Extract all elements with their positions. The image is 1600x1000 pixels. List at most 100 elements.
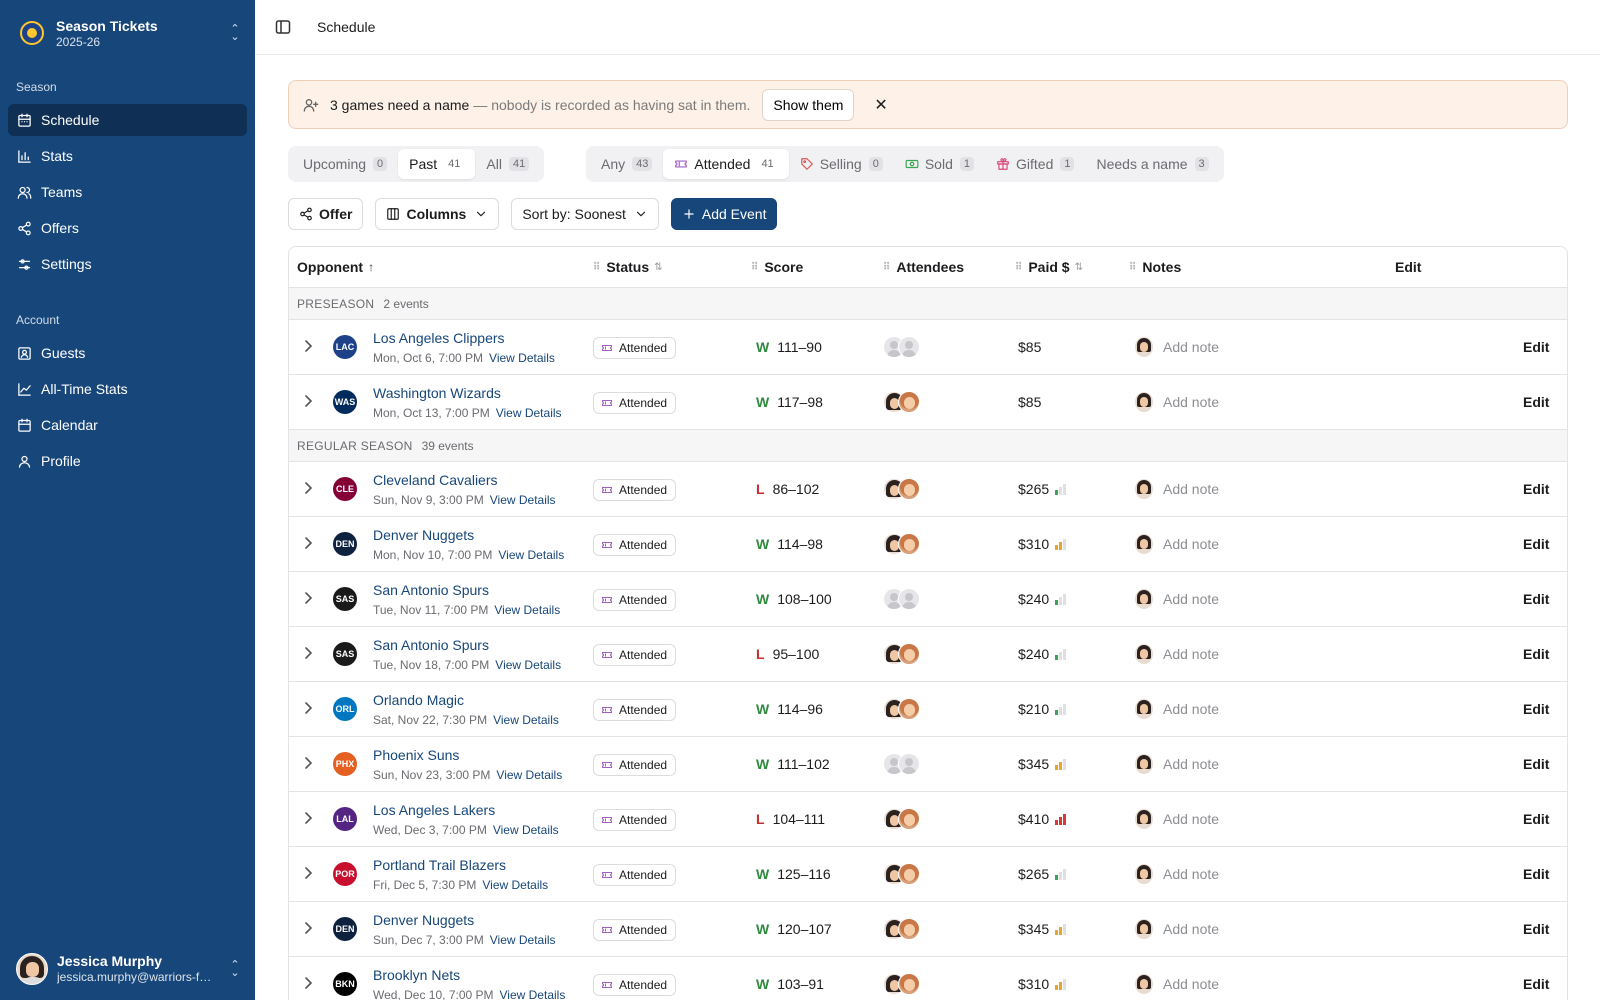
opponent-link[interactable]: Brooklyn Nets (373, 966, 565, 984)
drag-handle-icon[interactable]: ⠿ (1015, 262, 1022, 273)
sort-button[interactable]: Sort by: Soonest (511, 198, 659, 230)
attendees-avatars[interactable] (883, 973, 925, 997)
filter-gifted[interactable]: Gifted 1 (985, 149, 1085, 179)
add-note-button[interactable]: Add note (1135, 589, 1219, 609)
attendees-placeholder[interactable] (883, 588, 925, 612)
user-menu[interactable]: Jessica Murphy jessica.murphy@warriors-f… (16, 952, 242, 986)
view-details-link[interactable]: View Details (493, 713, 559, 727)
opponent-link[interactable]: Denver Nuggets (373, 526, 564, 544)
attendees-avatars[interactable] (883, 533, 925, 557)
edit-button[interactable]: Edit (1523, 811, 1549, 827)
add-note-button[interactable]: Add note (1135, 392, 1219, 412)
attendees-placeholder[interactable] (883, 336, 925, 360)
add-note-button[interactable]: Add note (1135, 754, 1219, 774)
filter-upcoming[interactable]: Upcoming 0 (292, 149, 398, 179)
close-icon[interactable]: ✕ (874, 95, 887, 115)
attendees-avatars[interactable] (883, 808, 925, 832)
column-header-notes[interactable]: ⠿ Notes (1129, 259, 1181, 275)
drag-handle-icon[interactable]: ⠿ (1129, 262, 1136, 273)
view-details-link[interactable]: View Details (500, 988, 566, 1000)
column-header-attendees[interactable]: ⠿ Attendees (883, 259, 964, 275)
attendees-avatars[interactable] (883, 918, 925, 942)
column-header-score[interactable]: ⠿ Score (751, 259, 803, 275)
column-header-paid[interactable]: ⠿ Paid $ ⇅ (1015, 259, 1083, 275)
sidebar-item-guests[interactable]: Guests (8, 337, 247, 369)
edit-button[interactable]: Edit (1523, 646, 1549, 662)
status-badge[interactable]: Attended (593, 392, 677, 414)
filter-selling[interactable]: Selling 0 (789, 149, 894, 179)
opponent-link[interactable]: San Antonio Spurs (373, 581, 560, 599)
status-badge[interactable]: Attended (593, 974, 677, 996)
attendees-placeholder[interactable] (883, 753, 925, 777)
sidebar-item-profile[interactable]: Profile (8, 445, 247, 477)
view-details-link[interactable]: View Details (482, 878, 548, 892)
drag-handle-icon[interactable]: ⠿ (593, 262, 600, 273)
edit-button[interactable]: Edit (1523, 591, 1549, 607)
show-them-button[interactable]: Show them (762, 88, 855, 121)
offer-button[interactable]: Offer (288, 198, 364, 230)
status-badge[interactable]: Attended (593, 754, 677, 776)
add-note-button[interactable]: Add note (1135, 644, 1219, 664)
status-badge[interactable]: Attended (593, 919, 677, 941)
add-note-button[interactable]: Add note (1135, 974, 1219, 994)
add-note-button[interactable]: Add note (1135, 479, 1219, 499)
columns-button[interactable]: Columns (375, 198, 500, 230)
view-details-link[interactable]: View Details (490, 933, 556, 947)
status-badge[interactable]: Attended (593, 809, 677, 831)
opponent-link[interactable]: Phoenix Suns (373, 746, 562, 764)
sidebar-item-offers[interactable]: Offers (8, 212, 247, 244)
sidebar-toggle-icon[interactable] (275, 19, 291, 35)
attendees-avatars[interactable] (883, 698, 925, 722)
sidebar-item-all-time-stats[interactable]: All-Time Stats (8, 373, 247, 405)
chevron-right-icon[interactable] (303, 866, 315, 880)
edit-button[interactable]: Edit (1523, 866, 1549, 882)
status-badge[interactable]: Attended (593, 864, 677, 886)
status-badge[interactable]: Attended (593, 337, 677, 359)
add-event-button[interactable]: Add Event (670, 198, 778, 230)
attendees-avatars[interactable] (883, 478, 925, 502)
opponent-link[interactable]: Washington Wizards (373, 384, 562, 402)
attendees-avatars[interactable] (883, 863, 925, 887)
chevron-right-icon[interactable] (303, 481, 315, 495)
view-details-link[interactable]: View Details (496, 406, 562, 420)
filter-all[interactable]: All 41 (475, 149, 540, 179)
edit-button[interactable]: Edit (1523, 701, 1549, 717)
sidebar-item-stats[interactable]: Stats (8, 140, 247, 172)
edit-button[interactable]: Edit (1523, 921, 1549, 937)
edit-button[interactable]: Edit (1523, 481, 1549, 497)
team-switcher[interactable]: Season Tickets 2025-26 ⌃ ⌄ (20, 16, 242, 50)
view-details-link[interactable]: View Details (490, 493, 556, 507)
attendees-avatars[interactable] (883, 391, 925, 415)
view-details-link[interactable]: View Details (489, 351, 555, 365)
opponent-link[interactable]: Denver Nuggets (373, 911, 556, 929)
drag-handle-icon[interactable]: ⠿ (751, 262, 758, 273)
chevron-right-icon[interactable] (303, 536, 315, 550)
view-details-link[interactable]: View Details (493, 823, 559, 837)
chevron-right-icon[interactable] (303, 646, 315, 660)
opponent-link[interactable]: Los Angeles Clippers (373, 329, 555, 347)
view-details-link[interactable]: View Details (498, 548, 564, 562)
add-note-button[interactable]: Add note (1135, 919, 1219, 939)
sidebar-item-calendar[interactable]: Calendar (8, 409, 247, 441)
edit-button[interactable]: Edit (1523, 976, 1549, 992)
edit-button[interactable]: Edit (1523, 536, 1549, 552)
sidebar-item-schedule[interactable]: Schedule (8, 104, 247, 136)
chevron-right-icon[interactable] (303, 701, 315, 715)
chevron-right-icon[interactable] (303, 339, 315, 353)
status-badge[interactable]: Attended (593, 589, 677, 611)
chevron-right-icon[interactable] (303, 394, 315, 408)
edit-button[interactable]: Edit (1523, 339, 1549, 355)
status-badge[interactable]: Attended (593, 644, 677, 666)
edit-button[interactable]: Edit (1523, 756, 1549, 772)
add-note-button[interactable]: Add note (1135, 699, 1219, 719)
add-note-button[interactable]: Add note (1135, 864, 1219, 884)
opponent-link[interactable]: Los Angeles Lakers (373, 801, 559, 819)
add-note-button[interactable]: Add note (1135, 534, 1219, 554)
opponent-link[interactable]: San Antonio Spurs (373, 636, 561, 654)
filter-past[interactable]: Past 41 (398, 149, 476, 179)
filter-any[interactable]: Any 43 (590, 149, 663, 179)
add-note-button[interactable]: Add note (1135, 337, 1219, 357)
edit-button[interactable]: Edit (1523, 394, 1549, 410)
chevron-right-icon[interactable] (303, 756, 315, 770)
add-note-button[interactable]: Add note (1135, 809, 1219, 829)
